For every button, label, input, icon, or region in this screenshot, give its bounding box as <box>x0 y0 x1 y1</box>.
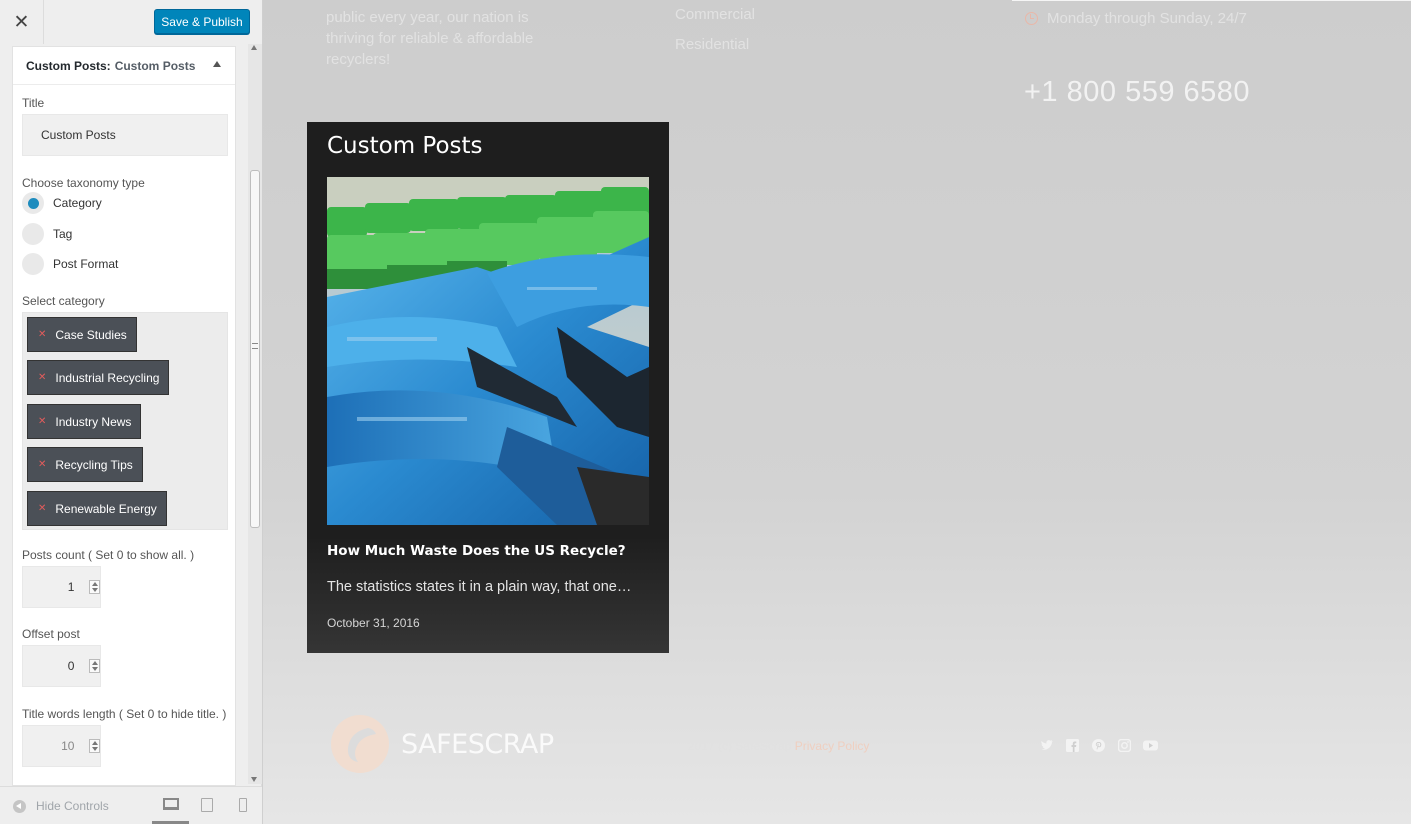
spinner-icon[interactable] <box>89 739 100 753</box>
youtube-icon[interactable] <box>1143 739 1158 752</box>
category-tag-label: Industry News <box>55 414 132 429</box>
category-tag[interactable]: ✕ Industrial Recycling <box>27 360 170 395</box>
title-words-input[interactable]: 10 <box>22 725 101 767</box>
collapse-icon <box>13 799 26 813</box>
radio-button[interactable] <box>22 223 44 245</box>
spinner-icon[interactable] <box>89 659 100 673</box>
custom-posts-widget: Custom Posts How Much Waste Does the US … <box>307 122 669 653</box>
title-words-label: Title words length ( Set 0 to hide title… <box>22 707 227 721</box>
remove-icon[interactable]: ✕ <box>38 372 46 383</box>
radio-button[interactable] <box>22 253 44 275</box>
category-label: Select category <box>22 294 105 308</box>
category-multiselect[interactable]: ✕ Case Studies ✕ Industrial Recycling ✕ … <box>22 312 228 530</box>
hours-text: Monday through Sunday, 24/7 <box>1047 10 1247 27</box>
opening-hours: Monday through Sunday, 24/7 <box>1025 10 1247 27</box>
remove-icon[interactable]: ✕ <box>38 416 46 427</box>
mobile-icon[interactable] <box>239 798 247 812</box>
sidebar-header: ✕ Save & Publish <box>0 0 262 44</box>
sidebar-scrollbar[interactable] <box>248 44 262 784</box>
save-publish-button[interactable]: Save & Publish <box>154 9 250 34</box>
divider <box>1012 0 1411 1</box>
section-title-name: Custom Posts <box>114 58 196 73</box>
category-tag[interactable]: ✕ Case Studies <box>27 317 137 352</box>
taxonomy-label: Choose taxonomy type <box>22 176 145 190</box>
clock-icon <box>1025 12 1038 25</box>
about-text: public every year, our nation is thrivin… <box>326 9 534 68</box>
logo-mark-icon <box>331 715 389 773</box>
radio-label-post-format: Post Format <box>53 257 119 271</box>
copyright-text: 2017 (c) SafeScrap <box>688 739 792 753</box>
offset-label: Offset post <box>22 627 80 641</box>
remove-icon[interactable]: ✕ <box>38 459 46 470</box>
title-words-value: 10 <box>61 739 75 753</box>
site-logo[interactable]: SAFESCRAP <box>330 714 554 774</box>
site-preview: public every year, our nation is thrivin… <box>263 0 1411 824</box>
post-excerpt: The statistics states it in a plain way,… <box>327 579 632 595</box>
post-thumbnail[interactable] <box>327 177 649 525</box>
category-tag[interactable]: ✕ Recycling Tips <box>27 447 143 482</box>
widget-settings-panel: Custom Posts: Custom Posts Title Custom … <box>12 46 236 786</box>
section-title-prefix: Custom Posts: <box>26 58 111 73</box>
scroll-up-icon[interactable] <box>251 45 257 50</box>
radio-tag[interactable]: Tag <box>22 223 72 245</box>
hide-controls-label: Hide Controls <box>36 799 109 813</box>
grip-icon <box>252 343 258 349</box>
spinner-icon[interactable] <box>89 580 100 594</box>
radio-label-category: Category <box>53 196 102 210</box>
category-tag-label: Case Studies <box>55 327 127 342</box>
instagram-icon[interactable] <box>1118 739 1131 752</box>
hide-controls-button[interactable]: Hide Controls <box>13 799 109 813</box>
phone-number: +1 800 559 6580 <box>1024 76 1251 108</box>
posts-count-label: Posts count ( Set 0 to show all. ) <box>22 548 195 562</box>
radio-post-format[interactable]: Post Format <box>22 253 118 275</box>
title-label: Title <box>22 96 45 110</box>
facebook-icon[interactable] <box>1066 739 1079 752</box>
twitter-icon[interactable] <box>1040 739 1053 752</box>
section-header[interactable]: Custom Posts: Custom Posts <box>13 47 235 85</box>
remove-icon[interactable]: ✕ <box>38 329 46 340</box>
category-tag[interactable]: ✕ Renewable Energy <box>27 491 167 526</box>
offset-input[interactable]: 0 <box>22 645 101 687</box>
privacy-policy-link[interactable]: Privacy Policy <box>795 739 870 753</box>
title-input[interactable]: Custom Posts <box>22 114 228 156</box>
collapse-arrow-icon[interactable] <box>213 61 221 67</box>
category-tag-label: Industrial Recycling <box>55 370 160 385</box>
category-tag-label: Recycling Tips <box>55 457 133 472</box>
post-title-link[interactable]: How Much Waste Does the US Recycle? <box>327 543 626 559</box>
tablet-icon[interactable] <box>201 798 213 812</box>
service-link-commercial[interactable]: Commercial <box>675 6 755 23</box>
remove-icon[interactable]: ✕ <box>38 503 46 514</box>
radio-button-selected[interactable] <box>22 192 44 214</box>
category-tag[interactable]: ✕ Industry News <box>27 404 142 439</box>
copyright: 2017 (c) SafeScrap Privacy Policy <box>688 739 869 753</box>
radio-label-tag: Tag <box>53 227 73 241</box>
post-date: October 31, 2016 <box>327 616 420 630</box>
scroll-thumb[interactable] <box>250 170 260 528</box>
desktop-icon[interactable] <box>163 798 179 810</box>
customizer-footer: Hide Controls <box>0 786 262 824</box>
radio-category[interactable]: Category <box>22 192 102 214</box>
posts-count-value: 1 <box>67 580 75 594</box>
posts-count-input[interactable]: 1 <box>22 566 101 608</box>
logo-text: SAFESCRAP <box>401 728 554 760</box>
pinterest-icon[interactable] <box>1092 739 1105 752</box>
offset-value: 0 <box>67 659 75 673</box>
scroll-down-icon[interactable] <box>251 777 257 782</box>
category-tag-label: Renewable Energy <box>55 501 157 516</box>
customizer-sidebar: ✕ Save & Publish Custom Posts: Custom Po… <box>0 0 262 824</box>
widget-title: Custom Posts <box>327 133 483 159</box>
service-link-residential[interactable]: Residential <box>675 36 749 53</box>
close-icon[interactable]: ✕ <box>0 0 44 44</box>
